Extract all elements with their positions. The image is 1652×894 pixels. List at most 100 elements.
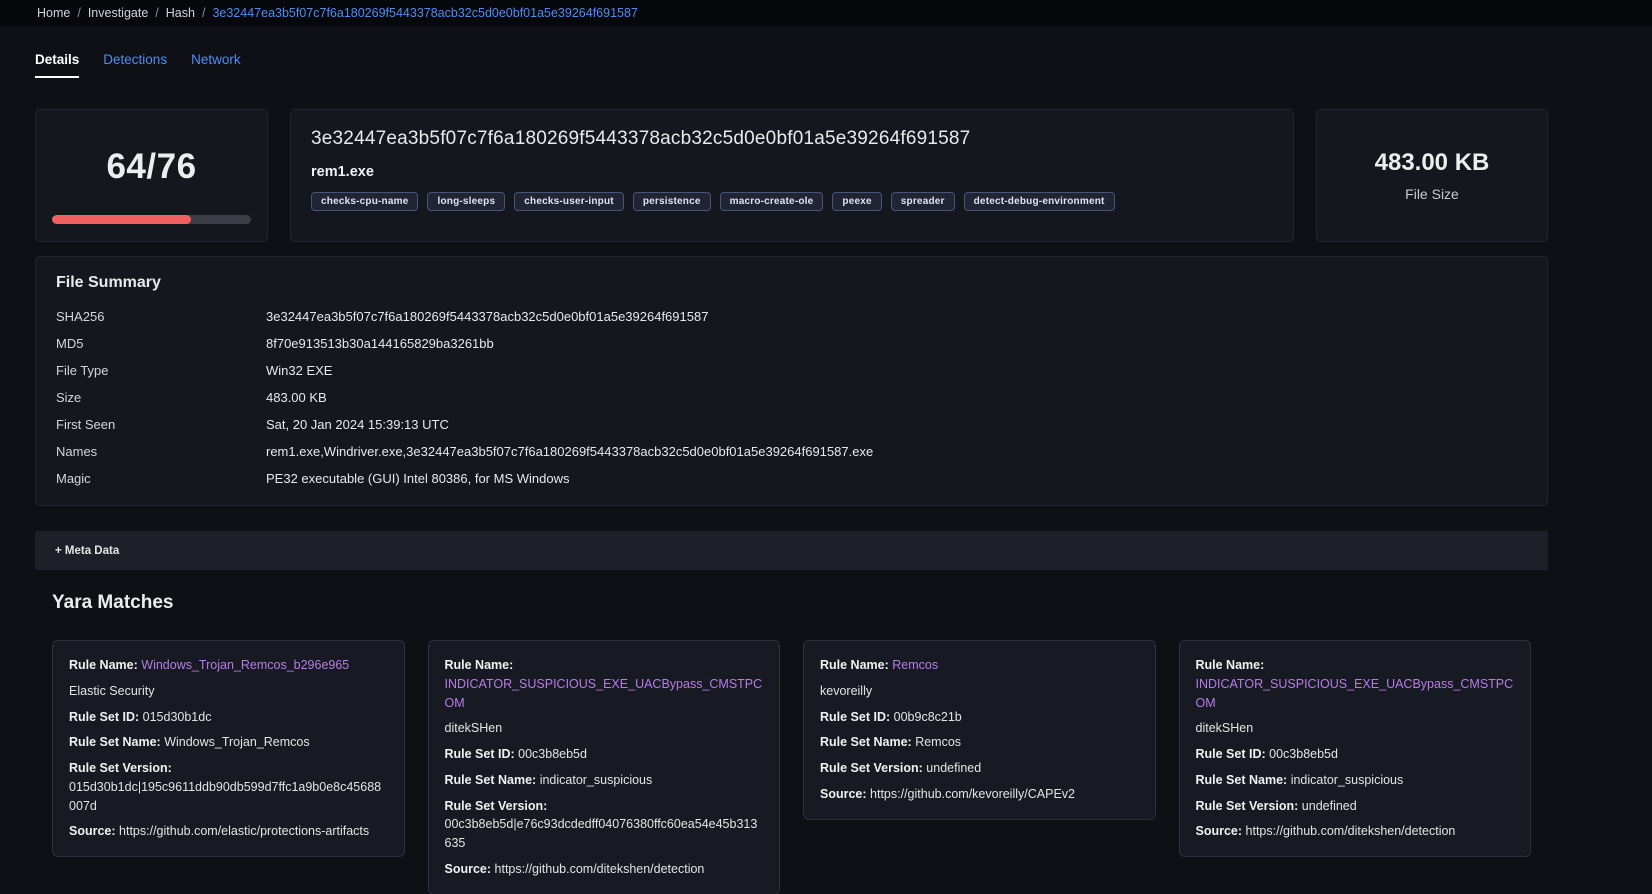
field-value: indicator_suspicious — [540, 771, 653, 790]
summary-row-md5: MD5 8f70e913513b30a144165829ba3261bb — [56, 330, 1527, 357]
detection-score-card: 64/76 — [35, 109, 268, 242]
yara-match-card: Rule Name: INDICATOR_SUSPICIOUS_EXE_UACB… — [428, 640, 781, 894]
yara-rule-name-link[interactable]: INDICATOR_SUSPICIOUS_EXE_UACBypass_CMSTP… — [445, 675, 764, 713]
file-name: rem1.exe — [311, 164, 1273, 180]
field-label: Rule Set ID: — [1196, 747, 1266, 761]
breadcrumb-investigate[interactable]: Investigate — [88, 6, 148, 20]
summary-row-first-seen: First Seen Sat, 20 Jan 2024 15:39:13 UTC — [56, 411, 1527, 438]
summary-row-magic: Magic PE32 executable (GUI) Intel 80386,… — [56, 465, 1527, 492]
summary-row-file-type: File Type Win32 EXE — [56, 357, 1527, 384]
yara-rule-name-link[interactable]: Remcos — [892, 656, 938, 675]
behavior-tag-list: checks-cpu-name long-sleeps checks-user-… — [311, 192, 1273, 211]
yara-author: ditekSHen — [1196, 719, 1515, 738]
field-value: 015d30b1dc — [143, 708, 212, 727]
summary-value: 3e32447ea3b5f07c7f6a180269f5443378acb32c… — [266, 309, 708, 324]
yara-source-url: https://github.com/ditekshen/detection — [1246, 822, 1456, 841]
meta-data-toggle-label: + Meta Data — [55, 545, 119, 557]
tab-details[interactable]: Details — [35, 52, 79, 78]
breadcrumb-current-hash[interactable]: 3e32447ea3b5f07c7f6a180269f5443378acb32c… — [212, 6, 637, 20]
yara-rule-set-id-field: Rule Set ID: 00c3b8eb5d — [1196, 745, 1515, 764]
summary-label: Names — [56, 444, 266, 459]
tag-macro-create-ole[interactable]: macro-create-ole — [720, 192, 824, 211]
field-label: Rule Set Name: — [69, 735, 161, 749]
summary-value: Win32 EXE — [266, 363, 332, 378]
yara-matches-section: Yara Matches Rule Name: Windows_Trojan_R… — [35, 592, 1548, 894]
summary-value: rem1.exe,Windriver.exe,3e32447ea3b5f07c7… — [266, 444, 873, 459]
file-summary-card: File Summary SHA256 3e32447ea3b5f07c7f6a… — [35, 256, 1548, 506]
yara-rule-name-field: Rule Name: INDICATOR_SUSPICIOUS_EXE_UACB… — [1196, 656, 1515, 712]
field-label: Rule Name: — [820, 658, 889, 672]
summary-label: Size — [56, 390, 266, 405]
file-summary-title: File Summary — [56, 274, 1527, 292]
yara-rule-name-link[interactable]: INDICATOR_SUSPICIOUS_EXE_UACBypass_CMSTP… — [1196, 675, 1515, 713]
yara-author: kevoreilly — [820, 682, 1139, 701]
field-label: Source: — [445, 862, 492, 876]
field-value: 00c3b8eb5d|e76c93dcdedff04076380ffc60ea5… — [445, 815, 764, 853]
yara-rule-name-field: Rule Name: Remcos — [820, 656, 1139, 675]
tag-peexe[interactable]: peexe — [832, 192, 881, 211]
yara-source-url: https://github.com/kevoreilly/CAPEv2 — [870, 785, 1075, 804]
yara-author: Elastic Security — [69, 682, 388, 701]
yara-rule-set-id-field: Rule Set ID: 00c3b8eb5d — [445, 745, 764, 764]
detection-progress-track — [52, 215, 251, 224]
tag-persistence[interactable]: persistence — [633, 192, 711, 211]
tag-detect-debug-environment[interactable]: detect-debug-environment — [964, 192, 1115, 211]
yara-rule-name-field: Rule Name: Windows_Trojan_Remcos_b296e96… — [69, 656, 388, 675]
summary-row-sha256: SHA256 3e32447ea3b5f07c7f6a180269f544337… — [56, 303, 1527, 330]
detection-score: 64/76 — [106, 147, 196, 187]
summary-row-names: Names rem1.exe,Windriver.exe,3e32447ea3b… — [56, 438, 1527, 465]
meta-data-toggle[interactable]: + Meta Data — [35, 531, 1548, 570]
breadcrumb-hash[interactable]: Hash — [166, 6, 195, 20]
tag-long-sleeps[interactable]: long-sleeps — [427, 192, 505, 211]
field-label: Rule Set ID: — [820, 710, 890, 724]
summary-value: 8f70e913513b30a144165829ba3261bb — [266, 336, 494, 351]
yara-source-url: https://github.com/ditekshen/detection — [495, 860, 705, 879]
tag-checks-cpu-name[interactable]: checks-cpu-name — [311, 192, 418, 211]
field-label: Rule Name: — [69, 658, 138, 672]
breadcrumb-separator: / — [202, 6, 205, 20]
yara-author: ditekSHen — [445, 719, 764, 738]
field-value: indicator_suspicious — [1291, 771, 1404, 790]
field-label: Source: — [820, 787, 867, 801]
field-label: Rule Set Version: — [820, 761, 923, 775]
tag-spreader[interactable]: spreader — [891, 192, 955, 211]
yara-rule-set-name-field: Rule Set Name: Windows_Trojan_Remcos — [69, 733, 388, 752]
detection-progress-fill — [52, 215, 191, 224]
yara-source-url: https://github.com/elastic/protections-a… — [119, 822, 369, 841]
summary-value: Sat, 20 Jan 2024 15:39:13 UTC — [266, 417, 449, 432]
yara-rule-set-id-field: Rule Set ID: 015d30b1dc — [69, 708, 388, 727]
yara-match-card: Rule Name: INDICATOR_SUSPICIOUS_EXE_UACB… — [1179, 640, 1532, 857]
file-size-value: 483.00 KB — [1375, 149, 1490, 177]
field-value: 015d30b1dc|195c9611ddb90db599d7ffc1a9b0e… — [69, 778, 388, 816]
breadcrumb-home[interactable]: Home — [37, 6, 70, 20]
tag-checks-user-input[interactable]: checks-user-input — [514, 192, 624, 211]
summary-value: 483.00 KB — [266, 390, 327, 405]
field-value: undefined — [1302, 797, 1357, 816]
field-label: Rule Name: — [445, 658, 514, 672]
yara-rule-set-version-field: Rule Set Version: 015d30b1dc|195c9611ddb… — [69, 759, 388, 815]
tab-bar: Details Detections Network — [35, 52, 1548, 78]
yara-rule-name-link[interactable]: Windows_Trojan_Remcos_b296e965 — [141, 656, 349, 675]
yara-match-card: Rule Name: Remcos kevoreilly Rule Set ID… — [803, 640, 1156, 820]
breadcrumb: Home / Investigate / Hash / 3e32447ea3b5… — [0, 0, 1652, 26]
yara-rule-name-field: Rule Name: INDICATOR_SUSPICIOUS_EXE_UACB… — [445, 656, 764, 712]
main-content: Details Detections Network 64/76 3e32447… — [35, 52, 1548, 894]
yara-matches-grid: Rule Name: Windows_Trojan_Remcos_b296e96… — [52, 640, 1531, 894]
field-label: Rule Name: — [1196, 658, 1265, 672]
yara-rule-set-version-field: Rule Set Version: undefined — [820, 759, 1139, 778]
summary-label: MD5 — [56, 336, 266, 351]
yara-rule-set-version-field: Rule Set Version: undefined — [1196, 797, 1515, 816]
field-value: 00c3b8eb5d — [1269, 745, 1338, 764]
yara-rule-set-name-field: Rule Set Name: Remcos — [820, 733, 1139, 752]
overview-cards-row: 64/76 3e32447ea3b5f07c7f6a180269f5443378… — [35, 109, 1548, 242]
field-label: Rule Set Version: — [69, 761, 172, 775]
summary-label: SHA256 — [56, 309, 266, 324]
field-label: Source: — [69, 824, 116, 838]
breadcrumb-separator: / — [77, 6, 80, 20]
field-label: Rule Set Version: — [1196, 799, 1299, 813]
summary-label: First Seen — [56, 417, 266, 432]
tab-detections[interactable]: Detections — [103, 52, 167, 78]
field-label: Rule Set Name: — [820, 735, 912, 749]
summary-label: File Type — [56, 363, 266, 378]
tab-network[interactable]: Network — [191, 52, 241, 78]
